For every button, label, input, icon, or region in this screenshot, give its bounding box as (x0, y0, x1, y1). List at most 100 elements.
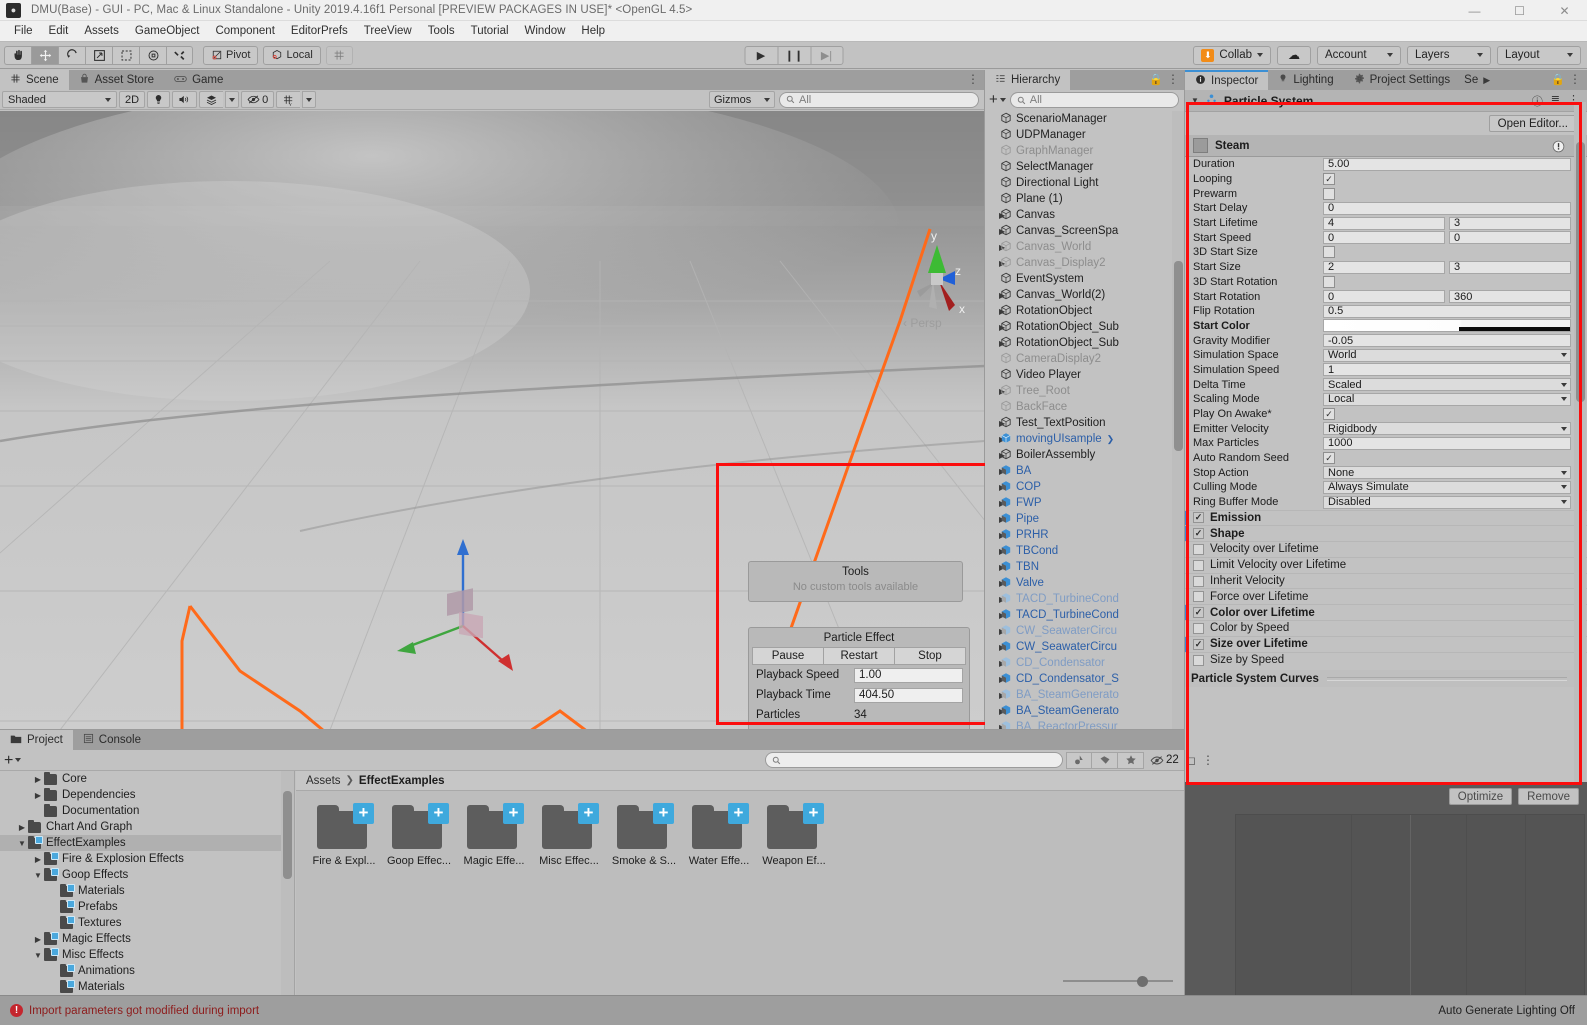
hierarchy-item-rotationobject-sub[interactable]: ▶ RotationObject_Sub (985, 319, 1185, 335)
module-row-color-by-speed[interactable]: Color by Speed (1185, 620, 1587, 636)
property-input-start-speed-min[interactable]: 0 (1323, 231, 1445, 245)
hierarchy-item-cd-condensator-s[interactable]: ▶ CD_Condensator_S (985, 671, 1185, 687)
property-input-start-size-min[interactable]: 2 (1323, 260, 1445, 274)
hierarchy-item-scenariomanager[interactable]: ScenarioManager (985, 111, 1185, 127)
foldout-arrow-icon[interactable]: ▶ (989, 467, 1005, 476)
project-search-input[interactable] (765, 752, 1063, 768)
tab-lighting[interactable]: Lighting (1268, 70, 1344, 90)
scene-search-input[interactable]: All (779, 91, 979, 108)
hidden-assets-indicator[interactable]: 22 (1150, 754, 1179, 766)
particle-system-component-header[interactable]: ▼ Particle System ⓘ ≣ ⋮ (1185, 90, 1587, 112)
property-checkbox-auto-random-seed[interactable]: ✓ (1323, 452, 1335, 465)
foldout-arrow-icon[interactable]: ▶ (989, 307, 1005, 316)
asset-zoom-slider[interactable] (1063, 975, 1173, 987)
tab-project-settings[interactable]: Project Settings (1343, 70, 1461, 90)
move-gizmo[interactable] (385, 511, 565, 691)
grid-snap-button[interactable] (325, 45, 353, 65)
property-dropdown-scaling-mode[interactable]: Local (1323, 392, 1571, 406)
inspector-panel-menu-icon[interactable]: ⋮ (1569, 73, 1581, 85)
foldout-arrow-icon[interactable]: ▶ (989, 675, 1005, 684)
maximize-panel-icon[interactable]: ◻ (1187, 754, 1196, 767)
maximize-button[interactable]: ☐ (1497, 0, 1542, 21)
project-tree-item-textures[interactable]: Textures (0, 915, 294, 931)
hierarchy-item-tree-root[interactable]: ▶ Tree_Root (985, 383, 1185, 399)
foldout-arrow-icon[interactable]: ▶ (989, 291, 1005, 300)
foldout-arrow-icon[interactable]: ▶ (989, 515, 1005, 524)
inspector-scrollbar[interactable] (1574, 102, 1586, 782)
hierarchy-item-udpmanager[interactable]: UDPManager (985, 127, 1185, 143)
hierarchy-item-canvas-display2[interactable]: ▶ Canvas_Display2 (985, 255, 1185, 271)
hierarchy-item-rotationobject[interactable]: ▶ RotationObject (985, 303, 1185, 319)
property-gradient-start-color[interactable] (1323, 319, 1571, 333)
menu-item-treeview[interactable]: TreeView (356, 23, 420, 39)
project-tree-scrollbar[interactable] (281, 771, 294, 995)
property-input-start-speed-max[interactable]: 0 (1449, 231, 1571, 245)
breadcrumb-effectexamples[interactable]: EffectExamples (359, 775, 445, 787)
tab-scene[interactable]: Scene (0, 70, 69, 90)
hierarchy-item-valve[interactable]: ▶ Valve (985, 575, 1185, 591)
shading-mode-dropdown[interactable]: Shaded (2, 91, 117, 108)
asset-item[interactable]: + Magic Effe... (462, 803, 526, 867)
module-checkbox-color-over-lifetime[interactable]: ✓ (1193, 607, 1204, 619)
tab-project[interactable]: Project (0, 730, 73, 750)
playback-time-input[interactable]: 404.50 (854, 687, 963, 703)
tab-game[interactable]: Game (164, 70, 234, 90)
preset-icon[interactable]: ≣ (1551, 93, 1560, 109)
project-add-button[interactable]: + (4, 752, 22, 768)
foldout-arrow-icon[interactable]: ▶ (989, 227, 1005, 236)
inspector-lock-icon[interactable]: 🔒 (1551, 73, 1565, 86)
chevron-right-icon[interactable]: ❯ (1107, 434, 1115, 445)
project-tree-item-materials[interactable]: Materials (0, 979, 294, 995)
hand-tool-button[interactable] (4, 45, 31, 65)
module-checkbox-shape[interactable]: ✓ (1193, 528, 1204, 540)
project-folder-tree[interactable]: ▶ Core ▶ Dependencies Documentation ▶ Chart An… (0, 771, 295, 995)
foldout-arrow-icon[interactable]: ▶ (989, 419, 1005, 428)
foldout-arrow-icon[interactable]: ▼ (16, 839, 28, 848)
hierarchy-item-cameradisplay2[interactable]: CameraDisplay2 (985, 351, 1185, 367)
module-checkbox-force-over-lifetime[interactable] (1193, 591, 1204, 603)
foldout-arrow-icon[interactable]: ▶ (989, 611, 1005, 620)
module-checkbox-limit-velocity-over-lifetime[interactable] (1193, 559, 1204, 571)
property-checkbox-play-on-awake[interactable]: ✓ (1323, 408, 1335, 421)
rect-tool-button[interactable] (112, 45, 139, 65)
tab-console[interactable]: Console (72, 730, 151, 750)
hierarchy-item-backface[interactable]: BackFace (985, 399, 1185, 415)
foldout-arrow-icon[interactable]: ▶ (989, 323, 1005, 332)
module-checkbox-velocity-over-lifetime[interactable] (1193, 543, 1204, 555)
property-dropdown-culling-mode[interactable]: Always Simulate (1323, 480, 1571, 494)
move-tool-button[interactable] (31, 45, 58, 65)
module-checkbox-emission[interactable]: ✓ (1193, 512, 1204, 524)
menu-item-editorprefs[interactable]: EditorPrefs (283, 23, 356, 39)
transform-tool-button[interactable] (139, 45, 166, 65)
project-tree-item-animations[interactable]: Animations (0, 963, 294, 979)
menu-item-edit[interactable]: Edit (41, 23, 77, 39)
hierarchy-item-canvas-world-2[interactable]: ▶ Canvas_World(2) (985, 287, 1185, 303)
foldout-arrow-icon[interactable]: ▶ (989, 563, 1005, 572)
module-row-color-over-lifetime[interactable]: ✓ Color over Lifetime (1185, 604, 1587, 621)
project-tree-item-magic-effects[interactable]: ▶ Magic Effects (0, 931, 294, 947)
collab-button[interactable]: ⬇ Collab (1193, 45, 1271, 65)
foldout-arrow-icon[interactable]: ▼ (1191, 96, 1199, 105)
foldout-arrow-icon[interactable]: ▶ (989, 531, 1005, 540)
project-tree-item-misc-effects[interactable]: ▼ Misc Effects (0, 947, 294, 963)
module-row-limit-velocity-over-lifetime[interactable]: Limit Velocity over Lifetime (1185, 556, 1587, 573)
hierarchy-search-input[interactable]: All (1009, 92, 1179, 108)
property-checkbox-looping[interactable]: ✓ (1323, 173, 1335, 186)
property-input-duration[interactable]: 5.00 (1323, 157, 1571, 171)
menu-item-file[interactable]: File (6, 23, 41, 39)
foldout-arrow-icon[interactable]: ▶ (989, 483, 1005, 492)
foldout-arrow-icon[interactable]: ▶ (989, 243, 1005, 252)
local-toggle-button[interactable]: Local (263, 45, 321, 65)
scene-fx-toggle[interactable] (199, 91, 224, 108)
foldout-arrow-icon[interactable]: ▶ (989, 387, 1005, 396)
module-checkbox-size-over-lifetime[interactable]: ✓ (1193, 638, 1204, 650)
foldout-arrow-icon[interactable]: ▶ (989, 451, 1005, 460)
property-dropdown-simulation-space[interactable]: World (1323, 348, 1571, 362)
foldout-arrow-icon[interactable]: ▶ (989, 435, 1005, 444)
optimize-button[interactable]: Optimize (1448, 788, 1513, 805)
project-tree-item-documentation[interactable]: Documentation (0, 803, 294, 819)
project-tree-item-core[interactable]: ▶ Core (0, 771, 294, 787)
asset-grid[interactable]: + Fire & Expl... + Goop Effec... + Magic Effe… (296, 791, 1185, 867)
filter-label-button[interactable] (1092, 751, 1118, 769)
gizmos-dropdown[interactable]: Gizmos (709, 91, 775, 108)
